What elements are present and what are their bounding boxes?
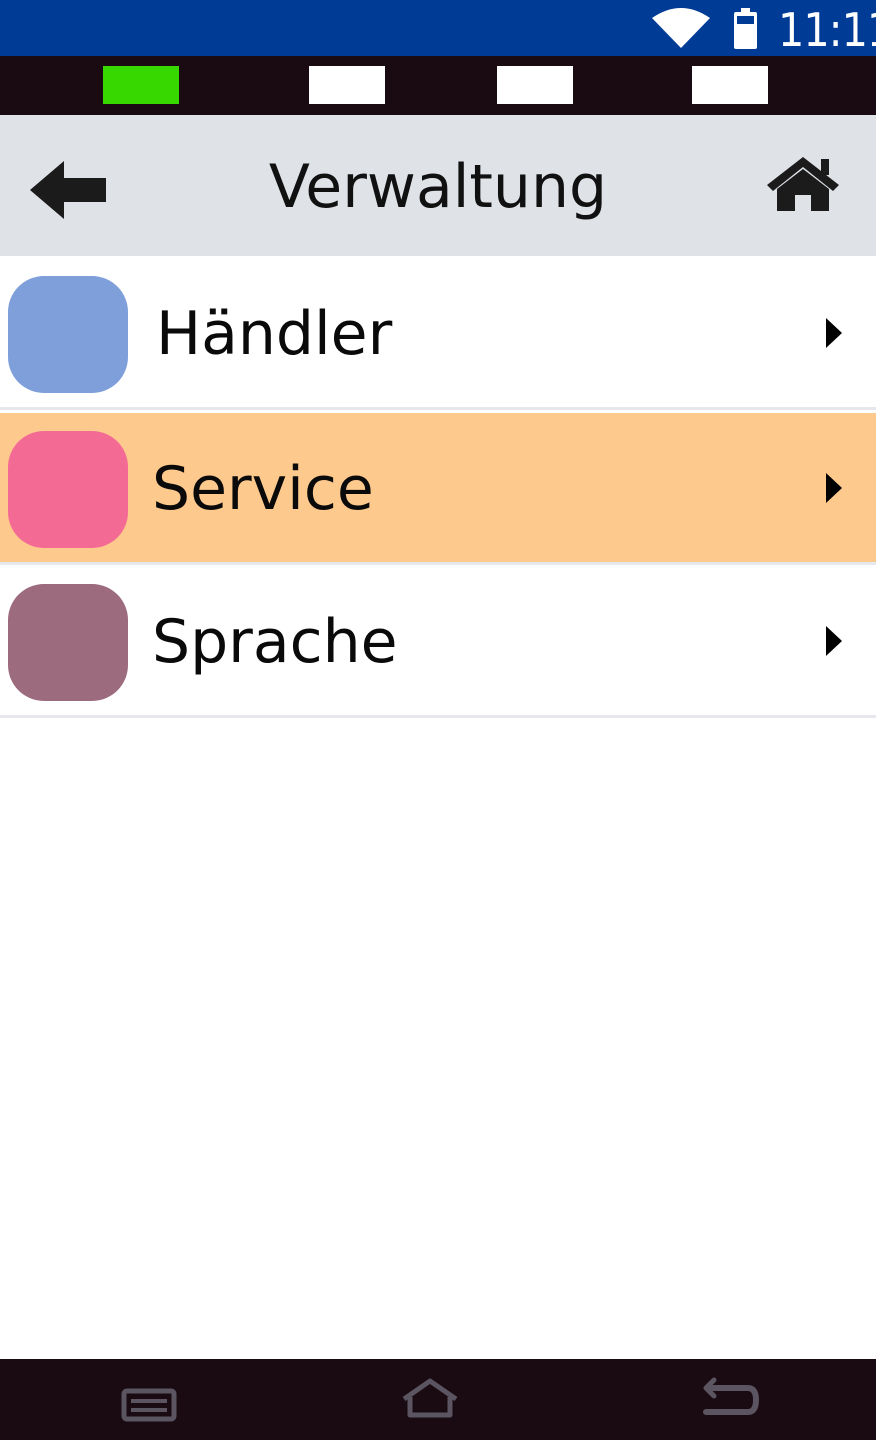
nav-back-button[interactable] [672, 1359, 792, 1440]
chevron-right-icon [826, 473, 842, 503]
haendler-color-icon [8, 276, 128, 393]
page-title: Verwaltung [268, 152, 608, 222]
page-indicator-active [103, 66, 179, 104]
menu-item-label: Sprache [152, 607, 398, 677]
nav-home-button[interactable] [370, 1359, 490, 1440]
menu-item-haendler[interactable]: Händler [0, 258, 876, 410]
battery-icon [734, 8, 757, 49]
page-indicator [497, 66, 573, 104]
home-icon[interactable] [765, 155, 841, 213]
menu-item-service[interactable]: Service [0, 413, 876, 565]
chevron-right-icon [826, 626, 842, 656]
page-indicator-strip [0, 56, 876, 115]
recent-apps-icon [121, 1388, 177, 1422]
home-outline-icon [402, 1378, 458, 1418]
status-bar: 11:11 [0, 0, 876, 57]
page-indicator [309, 66, 385, 104]
chevron-right-icon [826, 318, 842, 348]
menu-item-sprache[interactable]: Sprache [0, 566, 876, 718]
service-color-icon [8, 431, 128, 548]
menu-item-label: Service [152, 454, 374, 524]
page-indicator [692, 66, 768, 104]
recent-apps-button[interactable] [88, 1359, 208, 1440]
status-clock: 11:11 [778, 3, 876, 57]
system-nav-bar [0, 1359, 876, 1440]
menu-item-label: Händler [156, 299, 393, 369]
back-return-icon [703, 1377, 760, 1415]
sprache-color-icon [8, 584, 128, 701]
wifi-icon [652, 8, 710, 48]
arrow-left-icon[interactable] [28, 159, 108, 221]
screen: 11:11 Verwaltung Händler Service Sprache [0, 0, 876, 1440]
